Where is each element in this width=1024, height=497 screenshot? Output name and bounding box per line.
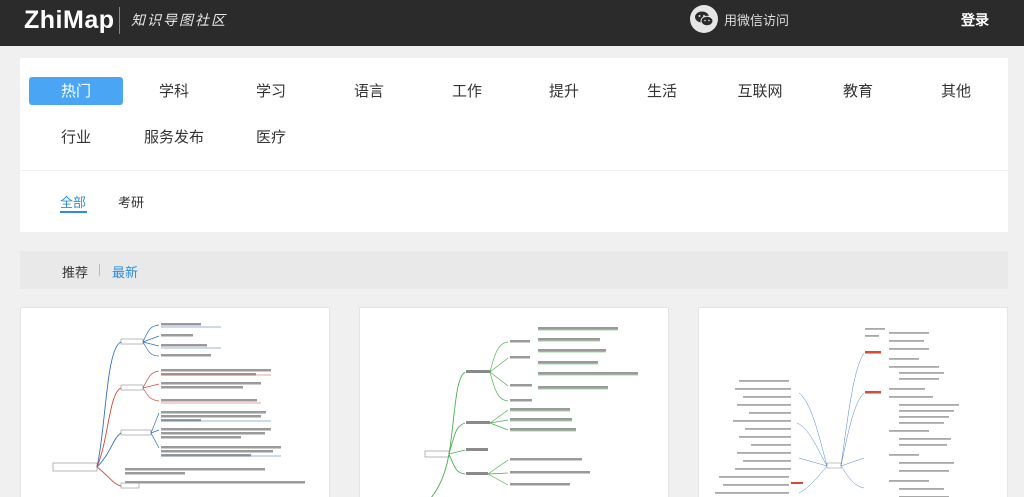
category-tab-life[interactable]: 生活 bbox=[615, 77, 709, 105]
top-navigation-bar: ZhiMap 知识导图社区 用微信访问 登录 bbox=[0, 0, 1024, 46]
mindmap-thumbnail bbox=[715, 328, 959, 497]
wechat-icon bbox=[690, 5, 718, 33]
sort-recommended[interactable]: 推荐 bbox=[62, 262, 88, 281]
logo-divider bbox=[119, 7, 120, 34]
category-tab-improve[interactable]: 提升 bbox=[517, 77, 611, 105]
category-tab-industry[interactable]: 行业 bbox=[29, 123, 123, 151]
login-button[interactable]: 登录 bbox=[961, 10, 989, 30]
sort-divider bbox=[99, 264, 100, 276]
mindmap-thumbnail bbox=[52, 323, 305, 489]
sort-latest[interactable]: 最新 bbox=[112, 262, 138, 281]
category-tab-service-publish[interactable]: 服务发布 bbox=[127, 123, 221, 151]
subcategory-tab-all[interactable]: 全部 bbox=[60, 192, 86, 211]
site-tagline: 知识导图社区 bbox=[131, 13, 227, 29]
wechat-access-link[interactable]: 用微信访问 bbox=[690, 5, 789, 33]
sort-bar: 推荐 最新 bbox=[20, 251, 1008, 289]
category-tab-study[interactable]: 学习 bbox=[224, 77, 318, 105]
subcategory-active-underline bbox=[60, 211, 87, 213]
category-tab-subject[interactable]: 学科 bbox=[127, 77, 221, 105]
mindmap-card[interactable] bbox=[20, 307, 330, 497]
subcategory-tab-kaoyan[interactable]: 考研 bbox=[118, 192, 144, 211]
category-tab-language[interactable]: 语言 bbox=[322, 77, 416, 105]
site-logo[interactable]: ZhiMap bbox=[24, 6, 115, 35]
mindmap-card[interactable] bbox=[359, 307, 669, 497]
panel-divider bbox=[20, 170, 1008, 171]
category-panel: 热门 学科 学习 语言 工作 提升 生活 互联网 教育 其他 行业 服务发布 医… bbox=[20, 58, 1008, 232]
mindmap-card[interactable] bbox=[698, 307, 1008, 497]
category-tab-other[interactable]: 其他 bbox=[909, 77, 1003, 105]
category-tab-medical[interactable]: 医疗 bbox=[224, 123, 318, 151]
category-tab-hot[interactable]: 热门 bbox=[29, 77, 123, 105]
category-tab-work[interactable]: 工作 bbox=[420, 77, 514, 105]
wechat-access-label: 用微信访问 bbox=[724, 13, 790, 29]
mindmap-thumbnail bbox=[424, 327, 638, 497]
category-tab-education[interactable]: 教育 bbox=[811, 77, 905, 105]
category-tab-internet[interactable]: 互联网 bbox=[713, 77, 807, 105]
